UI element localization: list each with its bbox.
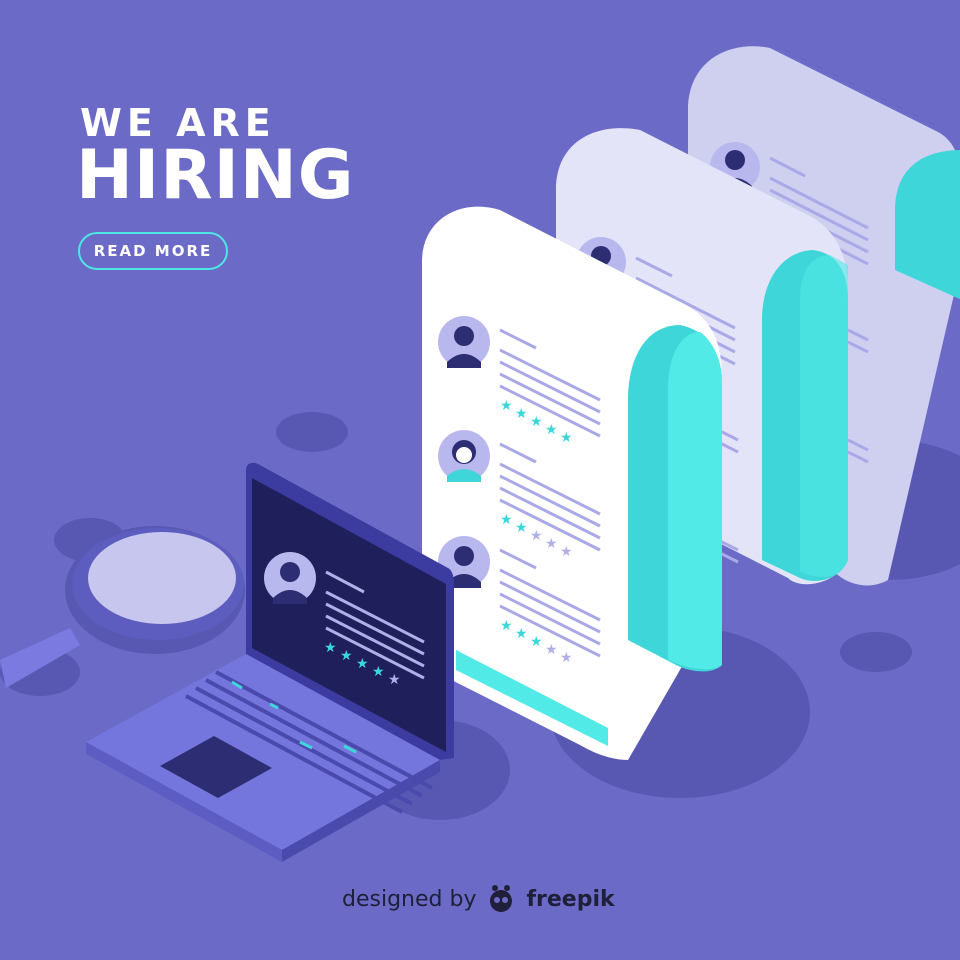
star-icon: ★ [545,536,558,552]
star-icon: ★ [560,650,573,666]
star-icon: ★ [545,422,558,438]
star-icon: ★ [388,672,401,688]
star-icon: ★ [530,634,543,650]
star-icon: ★ [560,544,573,560]
star-icon: ★ [515,626,528,642]
star-icon: ★ [515,520,528,536]
star-icon: ★ [324,640,337,656]
credit-brand: freepik [526,886,615,912]
star-icon: ★ [530,528,543,544]
star-icon: ★ [356,656,369,672]
star-icon: ★ [515,406,528,422]
read-more-button[interactable]: READ MORE [78,232,228,270]
star-icon: ★ [530,414,543,430]
star-icon: ★ [340,648,353,664]
star-icon: ★ [500,398,513,414]
star-icon: ★ [545,642,558,658]
freepik-credit: designed by freepik [342,884,615,914]
headline-hiring: HIRING [76,136,355,215]
freepik-logo-icon [490,885,513,912]
credit-prefix: designed by [342,886,477,912]
star-icon: ★ [560,430,573,446]
star-icon: ★ [500,618,513,634]
star-icon: ★ [372,664,385,680]
star-icon: ★ [500,512,513,528]
